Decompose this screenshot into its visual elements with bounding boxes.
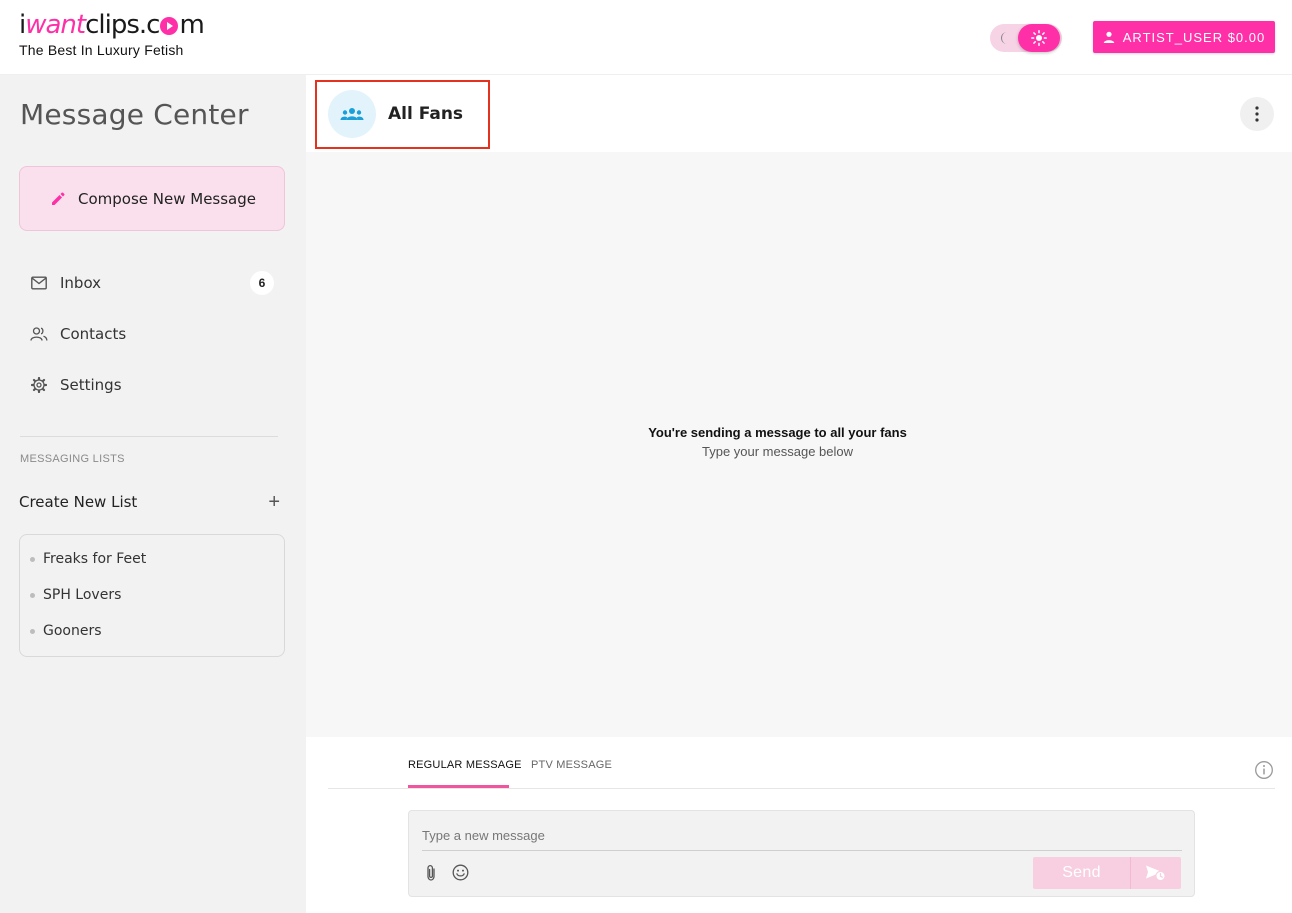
tab-regular-message[interactable]: REGULAR MESSAGE xyxy=(408,759,522,771)
message-thread: You're sending a message to all your fan… xyxy=(306,152,1292,737)
sidebar-item-inbox[interactable]: Inbox 6 xyxy=(20,265,280,301)
sidebar-item-label: Settings xyxy=(60,376,122,394)
compose-label: Compose New Message xyxy=(78,189,257,208)
more-options-button[interactable] xyxy=(1240,97,1274,131)
create-new-list-button[interactable]: Create New List + xyxy=(19,491,285,513)
moon-icon xyxy=(1001,32,1007,44)
list-item[interactable]: Gooners xyxy=(30,623,102,639)
sidebar-item-contacts[interactable]: Contacts xyxy=(20,316,280,352)
messaging-lists-heading: MESSAGING LISTS xyxy=(20,453,125,465)
message-input[interactable] xyxy=(422,821,1182,851)
empty-state-subtitle: Type your message below xyxy=(701,444,854,459)
sidebar-divider xyxy=(20,436,278,437)
compose-new-message-button[interactable]: Compose New Message xyxy=(19,166,285,231)
active-tab-indicator xyxy=(408,785,509,788)
logo-play-icon xyxy=(160,17,179,35)
top-header: iwantclips.c m The Best In Luxury Fetish … xyxy=(0,0,1292,75)
send-button[interactable]: Send xyxy=(1033,857,1130,889)
sun-icon xyxy=(1031,30,1047,46)
theme-toggle-knob xyxy=(1018,24,1060,52)
schedule-send-button[interactable] xyxy=(1130,857,1181,889)
messaging-lists: Freaks for Feet SPH Lovers Gooners xyxy=(19,534,285,657)
message-composer: REGULAR MESSAGE PTV MESSAGE Send xyxy=(306,737,1292,913)
user-button-label: ARTIST_USER $0.00 xyxy=(1122,29,1266,45)
conversation-header: All Fans xyxy=(306,75,1292,152)
emoji-icon[interactable] xyxy=(452,864,469,881)
empty-state-title: You're sending a message to all your fan… xyxy=(648,425,907,440)
info-icon[interactable] xyxy=(1254,760,1274,780)
bullet-icon xyxy=(30,628,35,634)
highlight-box xyxy=(315,80,490,149)
plus-icon[interactable]: + xyxy=(268,492,280,512)
contacts-icon xyxy=(30,327,48,341)
sidebar-item-settings[interactable]: Settings xyxy=(20,367,280,403)
list-item[interactable]: Freaks for Feet xyxy=(30,551,146,567)
list-item-label: SPH Lovers xyxy=(43,587,122,603)
mail-icon xyxy=(31,276,47,290)
pencil-icon xyxy=(52,192,65,205)
logo-wordmark: iwantclips.c m xyxy=(19,10,205,40)
paperclip-icon[interactable] xyxy=(423,864,439,882)
bullet-icon xyxy=(30,556,35,562)
more-vertical-icon xyxy=(1255,106,1259,122)
gear-icon xyxy=(31,377,47,393)
sidebar-item-label: Contacts xyxy=(60,325,127,343)
user-icon xyxy=(1103,31,1114,43)
theme-toggle[interactable] xyxy=(990,24,1062,52)
list-item-label: Freaks for Feet xyxy=(43,551,147,567)
user-account-button[interactable]: ARTIST_USER $0.00 xyxy=(1093,21,1275,53)
bullet-icon xyxy=(30,592,35,598)
tabs-divider xyxy=(328,788,1275,789)
list-item[interactable]: SPH Lovers xyxy=(30,587,121,603)
inbox-count-badge: 6 xyxy=(250,271,274,295)
sidebar: Message Center Compose New Message Inbox… xyxy=(0,75,306,913)
list-item-label: Gooners xyxy=(43,623,102,639)
tab-ptv-message[interactable]: PTV MESSAGE xyxy=(531,759,612,771)
site-logo[interactable]: iwantclips.c m The Best In Luxury Fetish xyxy=(19,10,205,58)
create-list-label: Create New List xyxy=(19,493,138,511)
scheduled-send-icon xyxy=(1146,865,1166,882)
message-box: Send xyxy=(408,810,1195,897)
logo-tagline: The Best In Luxury Fetish xyxy=(19,42,184,58)
page-title: Message Center xyxy=(20,98,249,131)
sidebar-item-label: Inbox xyxy=(60,274,102,292)
